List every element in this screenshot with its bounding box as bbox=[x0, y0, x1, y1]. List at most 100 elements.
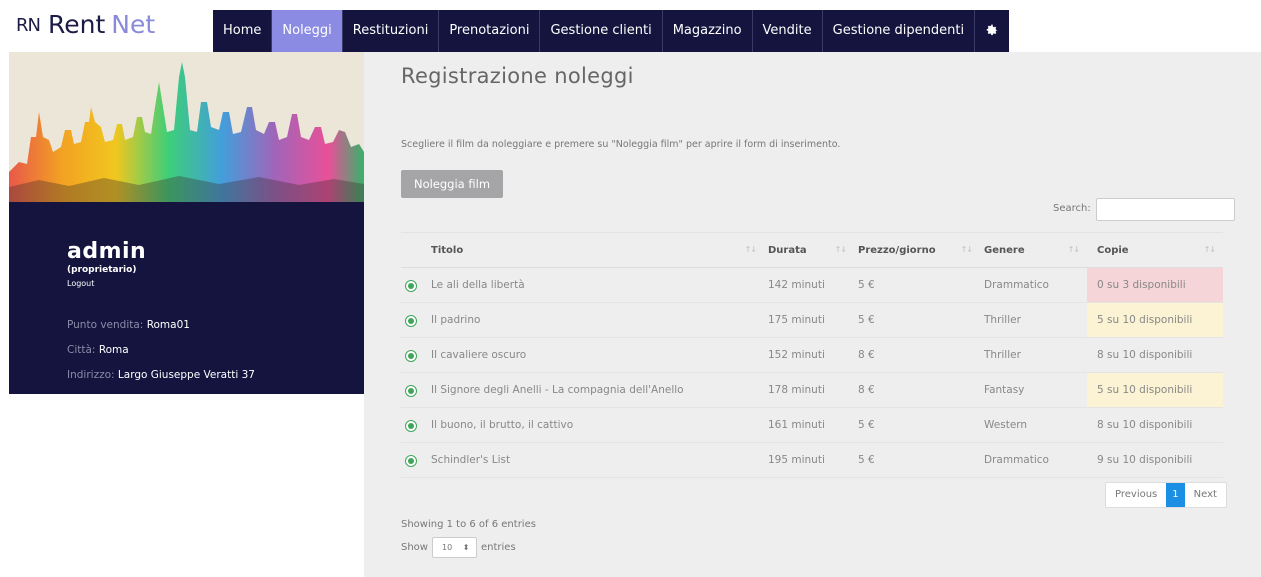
cell-duration: 178 minuti bbox=[764, 372, 854, 408]
row-expand-cell[interactable] bbox=[401, 407, 431, 443]
nav-prenotazioni[interactable]: Prenotazioni bbox=[439, 10, 541, 52]
cell-price: 5 € bbox=[854, 407, 980, 443]
logo-mark: RN bbox=[16, 15, 41, 36]
address-value: Largo Giuseppe Veratti 37 bbox=[117, 369, 255, 381]
nav-restituzioni[interactable]: Restituzioni bbox=[343, 10, 440, 52]
sort-icon: ↑↓ bbox=[1067, 245, 1080, 254]
nav-magazzino[interactable]: Magazzino bbox=[663, 10, 753, 52]
store-value: Roma01 bbox=[146, 319, 190, 331]
header-titolo-label: Titolo bbox=[431, 244, 464, 256]
table-row[interactable]: Il buono, il brutto, il cattivo 161 minu… bbox=[401, 407, 1223, 443]
cell-genre: Western bbox=[980, 407, 1087, 443]
intro-text: Scegliere il film da noleggiare e premer… bbox=[401, 139, 841, 150]
city-value: Roma bbox=[98, 344, 129, 356]
cell-copies: 0 su 3 disponibili bbox=[1087, 267, 1223, 303]
expand-plus-icon[interactable] bbox=[405, 419, 417, 432]
table-row[interactable]: Il padrino 175 minuti 5 € Thriller 5 su … bbox=[401, 302, 1223, 338]
row-expand-cell[interactable] bbox=[401, 302, 431, 338]
nav-vendite[interactable]: Vendite bbox=[753, 10, 823, 52]
header-durata[interactable]: Durata ↑↓ bbox=[764, 232, 854, 268]
logout-link[interactable]: Logout bbox=[67, 279, 146, 288]
cell-duration: 175 minuti bbox=[764, 302, 854, 338]
address-row: Indirizzo: Largo Giuseppe Veratti 37 bbox=[67, 368, 255, 393]
cell-genre: Thriller bbox=[980, 302, 1087, 338]
cell-price: 5 € bbox=[854, 302, 980, 338]
cell-price: 5 € bbox=[854, 442, 980, 478]
sidebar: admin (proprietario) Logout Punto vendit… bbox=[9, 52, 364, 394]
city-row: Città: Roma bbox=[67, 343, 255, 368]
search-input[interactable] bbox=[1096, 198, 1235, 221]
store-label: Punto vendita: bbox=[67, 319, 144, 331]
header-copie-label: Copie bbox=[1097, 244, 1129, 256]
header-prezzo-label: Prezzo/giorno bbox=[858, 244, 936, 256]
header-durata-label: Durata bbox=[768, 244, 807, 256]
cell-duration: 195 minuti bbox=[764, 442, 854, 478]
cell-duration: 161 minuti bbox=[764, 407, 854, 443]
pagination-page-1[interactable]: 1 bbox=[1166, 483, 1185, 507]
address-label: Indirizzo: bbox=[67, 369, 115, 381]
cell-genre: Fantasy bbox=[980, 372, 1087, 408]
rentals-table: Titolo ↑↓ Durata ↑↓ Prezzo/giorno ↑↓ Genere… bbox=[401, 232, 1223, 478]
top-bar: RN Rent Net Home Noleggi Restituzioni Pr… bbox=[0, 0, 1261, 52]
cell-title: Il cavaliere oscuro bbox=[431, 337, 764, 373]
row-expand-cell[interactable] bbox=[401, 267, 431, 303]
header-titolo[interactable]: Titolo ↑↓ bbox=[431, 232, 764, 268]
header-genere-label: Genere bbox=[984, 244, 1025, 256]
page-title: Registrazione noleggi bbox=[401, 64, 634, 88]
table-header-row: Titolo ↑↓ Durata ↑↓ Prezzo/giorno ↑↓ Genere… bbox=[401, 232, 1223, 268]
header-copie[interactable]: Copie ↑↓ bbox=[1087, 232, 1223, 268]
cell-title: Il Signore degli Anelli - La compagnia d… bbox=[431, 372, 764, 408]
entries-label: entries bbox=[480, 542, 516, 553]
expand-plus-icon[interactable] bbox=[405, 454, 417, 467]
cell-title: Schindler's List bbox=[431, 442, 764, 478]
cell-genre: Drammatico bbox=[980, 267, 1087, 303]
cell-duration: 142 minuti bbox=[764, 267, 854, 303]
table-row[interactable]: Le ali della libertà 142 minuti 5 € Dram… bbox=[401, 267, 1223, 303]
settings-button[interactable] bbox=[975, 10, 1009, 52]
app-logo[interactable]: RN Rent Net bbox=[16, 10, 155, 40]
store-info: Punto vendita: Roma01 Città: Roma Indiri… bbox=[67, 318, 255, 393]
sort-icon: ↑↓ bbox=[744, 245, 757, 254]
logo-name-net: Net bbox=[111, 10, 156, 39]
row-expand-cell[interactable] bbox=[401, 337, 431, 373]
cell-genre: Drammatico bbox=[980, 442, 1087, 478]
logo-name-rent: Rent bbox=[47, 10, 106, 39]
sort-icon: ↑↓ bbox=[960, 245, 973, 254]
show-label: Show bbox=[401, 542, 428, 553]
user-profile: admin (proprietario) Logout bbox=[67, 239, 146, 288]
main-nav: Home Noleggi Restituzioni Prenotazioni G… bbox=[213, 10, 1010, 52]
page-length-select[interactable]: 10 ⬍ bbox=[431, 537, 477, 558]
nav-gestione-clienti[interactable]: Gestione clienti bbox=[540, 10, 663, 52]
nav-gestione-dipendenti[interactable]: Gestione dipendenti bbox=[823, 10, 976, 52]
header-genere[interactable]: Genere ↑↓ bbox=[980, 232, 1087, 268]
header-prezzo[interactable]: Prezzo/giorno ↑↓ bbox=[854, 232, 980, 268]
select-arrows-icon: ⬍ bbox=[462, 543, 470, 552]
cell-price: 8 € bbox=[854, 337, 980, 373]
table-row[interactable]: Il Signore degli Anelli - La compagnia d… bbox=[401, 372, 1223, 408]
row-expand-cell[interactable] bbox=[401, 372, 431, 408]
city-label: Città: bbox=[67, 344, 96, 356]
expand-plus-icon[interactable] bbox=[405, 279, 417, 292]
row-expand-cell[interactable] bbox=[401, 442, 431, 478]
store-row: Punto vendita: Roma01 bbox=[67, 318, 255, 343]
cell-price: 8 € bbox=[854, 372, 980, 408]
nav-home[interactable]: Home bbox=[213, 10, 273, 52]
gear-icon bbox=[986, 24, 998, 36]
cell-genre: Thriller bbox=[980, 337, 1087, 373]
header-icon-col bbox=[401, 232, 431, 268]
pagination: Previous 1 Next bbox=[1105, 482, 1227, 508]
expand-plus-icon[interactable] bbox=[405, 349, 417, 362]
cell-copies: 9 su 10 disponibili bbox=[1087, 442, 1223, 478]
pagination-next[interactable]: Next bbox=[1185, 483, 1226, 507]
city-skyline-image bbox=[9, 52, 364, 202]
cell-copies: 8 su 10 disponibili bbox=[1087, 407, 1223, 443]
rent-film-button[interactable]: Noleggia film bbox=[401, 170, 503, 198]
table-row[interactable]: Il cavaliere oscuro 152 minuti 8 € Thril… bbox=[401, 337, 1223, 373]
nav-noleggi[interactable]: Noleggi bbox=[272, 10, 343, 52]
pagination-previous[interactable]: Previous bbox=[1106, 483, 1166, 507]
cell-copies: 5 su 10 disponibili bbox=[1087, 302, 1223, 338]
table-row[interactable]: Schindler's List 195 minuti 5 € Drammati… bbox=[401, 442, 1223, 478]
username: admin bbox=[67, 239, 147, 264]
expand-plus-icon[interactable] bbox=[405, 314, 417, 327]
expand-plus-icon[interactable] bbox=[405, 384, 417, 397]
